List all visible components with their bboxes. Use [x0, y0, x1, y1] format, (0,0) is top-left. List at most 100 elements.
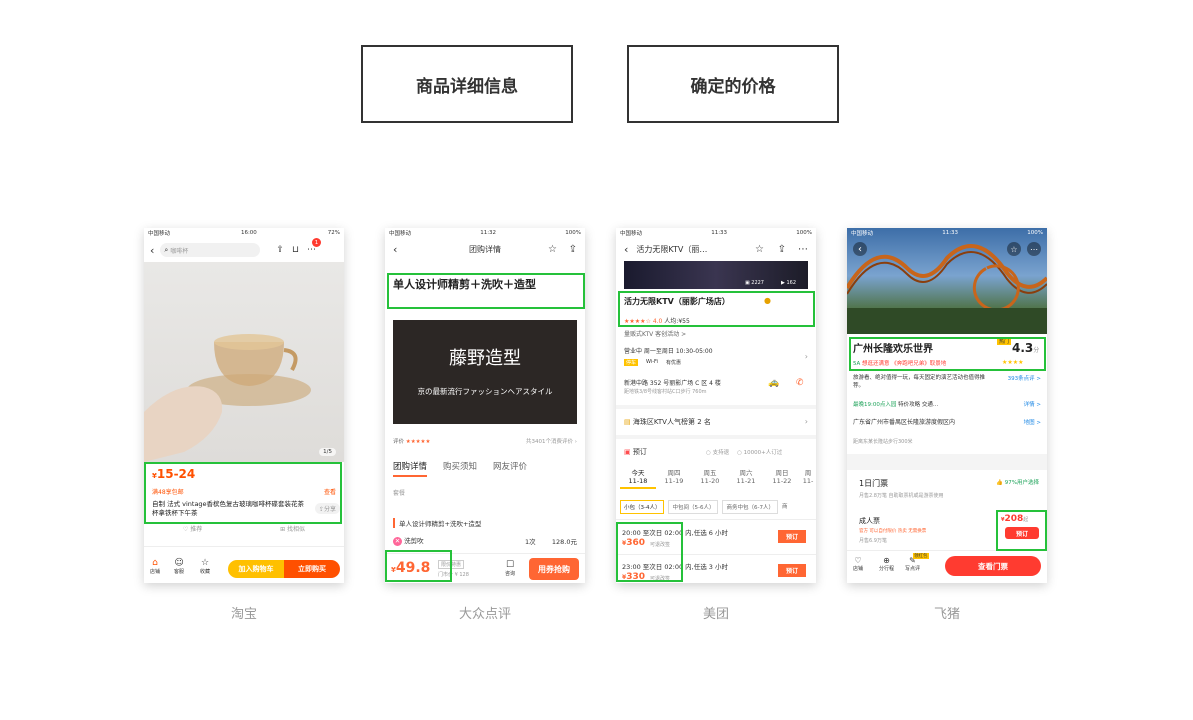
category: 量贩式KTV 客创活动 >: [624, 329, 686, 338]
facilities: 停车 Wi-Fi 有优惠: [624, 359, 681, 366]
favorite-button[interactable]: ☆ 收藏: [200, 558, 210, 575]
caption-meituan: 美团: [702, 607, 729, 622]
date-tab-thu[interactable]: 周四 11-19: [656, 467, 692, 489]
clock: 11:33: [942, 230, 959, 236]
booking-tag-count: ○ 10000+人订过: [737, 450, 783, 456]
buy-now-button[interactable]: 立即购买: [284, 560, 340, 578]
date-tab-sat[interactable]: 周六 11-21: [728, 467, 764, 489]
back-icon[interactable]: ‹: [150, 244, 154, 257]
package-title: 单人设计师精剪+洗吹+造型: [393, 518, 481, 528]
ranking-text: 海珠区KTV人气榜第 2 名: [632, 418, 711, 426]
comment-button[interactable]: ✎ 写点评 领红包: [905, 553, 929, 572]
star-icon[interactable]: ☆: [755, 244, 764, 255]
highlight-dianping-price: [385, 550, 452, 582]
date-tab-next[interactable]: 周 11-: [800, 467, 816, 489]
share-icon[interactable]: ⇪: [569, 244, 577, 255]
open-detail-link[interactable]: 详情 >: [1024, 400, 1041, 408]
photo-count-1: ▣ 2227: [744, 280, 764, 286]
star-icon[interactable]: ☆: [548, 244, 557, 255]
reviews-link[interactable]: 共3401个消费评价 ›: [526, 437, 577, 445]
distance: 距地铁3/8号线客村站C口步行 760m: [624, 389, 707, 395]
carrier: 中国移动: [851, 231, 874, 237]
back-icon[interactable]: ‹: [393, 243, 397, 256]
service-icon: ☺: [174, 558, 184, 568]
shop-name: 藤野造型: [449, 348, 521, 369]
photo-count-2-value: 162: [786, 280, 796, 286]
divider: [847, 454, 1047, 470]
booking-tag-count-label: 10000+人订过: [743, 450, 783, 456]
trip-button[interactable]: ⊕ 分行程: [879, 556, 894, 572]
legend-product-info: 商品详细信息: [361, 45, 573, 123]
shop-button[interactable]: ♡ 店铺: [853, 556, 863, 572]
share-icon[interactable]: ⇪: [276, 245, 284, 255]
ranking-icon: ▤: [624, 418, 631, 426]
room-type-medium[interactable]: 中包间（5-6人）: [668, 500, 719, 514]
date-tabs: 今天 11-18 周四 11-19 周五 11-20 周六 11-21 周日 11-22 …: [620, 467, 816, 489]
tab-bar: 团购详情 购买须知 网友评价: [393, 460, 527, 477]
date-tab-today[interactable]: 今天 11-18: [620, 467, 656, 489]
rating: 评价 ★★★★★: [393, 437, 430, 445]
item-name: 洗剪吹: [404, 537, 424, 545]
cart-icon[interactable]: ⊔: [292, 245, 299, 255]
share-icon[interactable]: ⇪: [778, 244, 786, 255]
phone-icon[interactable]: ✆: [796, 378, 804, 388]
shop-photos[interactable]: ▣ 2227 ▶ 162: [624, 261, 808, 289]
back-icon[interactable]: ‹: [624, 243, 628, 256]
map-link[interactable]: 地图 >: [1024, 418, 1041, 426]
header: ‹ 团购详情 ☆ ⇪: [385, 238, 585, 260]
adult-ticket: 成人票: [859, 517, 880, 525]
comment-label: 写点评: [905, 566, 921, 572]
chevron-right-icon[interactable]: ›: [805, 352, 808, 361]
shop-button[interactable]: ⌂ 店铺: [150, 558, 160, 575]
highlight-feizhu-name: [849, 337, 1046, 371]
slot-1-book-button[interactable]: 预订: [778, 530, 806, 543]
date-tab-sun-date: 11-22: [772, 477, 792, 485]
view-tickets-button[interactable]: 查看门票: [945, 556, 1041, 576]
divider: [144, 546, 344, 547]
buy-button[interactable]: 用券抢购: [529, 558, 579, 580]
ranking[interactable]: ▤ 海珠区KTV人气榜第 2 名: [624, 417, 711, 427]
open-info: 最晚19:00点入园 特价攻略 交通…: [853, 400, 938, 408]
date-tab-sun[interactable]: 周日 11-22: [764, 467, 800, 489]
consult-button[interactable]: ☐ 咨询: [505, 560, 515, 577]
teacup-image: [144, 334, 311, 462]
room-type-small[interactable]: 小包（3-4人）: [620, 500, 665, 514]
room-type-business[interactable]: 商务中包（6-7人）: [722, 500, 778, 514]
slot-2-book-button[interactable]: 预订: [778, 564, 806, 577]
date-tab-fri[interactable]: 周五 11-20: [692, 467, 728, 489]
facility-discount: 有优惠: [665, 360, 681, 366]
back-icon[interactable]: ‹: [853, 242, 867, 256]
recommend-tab[interactable]: ♡ 推荐: [183, 524, 202, 534]
find-similar-tab[interactable]: ⊞ 找相似: [280, 524, 305, 534]
product-image[interactable]: 1/5: [144, 262, 344, 462]
trip-label: 分行程: [879, 566, 895, 572]
tab-reviews[interactable]: 网友评价: [493, 460, 527, 477]
service-button[interactable]: ☺ 客服: [174, 558, 184, 575]
extra-link[interactable]: 客创活动 >: [655, 331, 686, 338]
more-icon[interactable]: ⋯: [798, 244, 808, 255]
shop-icon: ⌂: [152, 558, 158, 568]
park-image[interactable]: 中国移动 11:33 100% ‹ ☆ ⋯: [847, 228, 1047, 334]
taxi-icon[interactable]: 🚕: [768, 378, 779, 388]
tab-notice[interactable]: 购买须知: [443, 460, 477, 477]
more-icon[interactable]: ⋯: [1027, 242, 1041, 256]
address-sub: 距离东某长隆站步行300米: [853, 439, 913, 445]
recommend-tag: 👍 97%用户选择: [996, 478, 1039, 486]
park-address: 广东省广州市番禺区长隆旅游度假区内: [853, 419, 956, 426]
tab-deal-detail[interactable]: 团购详情: [393, 460, 428, 477]
find-similar-label: 找相似: [287, 526, 306, 533]
room-type-more[interactable]: 商: [782, 500, 788, 514]
shop-banner[interactable]: 藤野造型 京の最新流行ファッションヘアスタイル: [393, 320, 577, 424]
star-icon[interactable]: ☆: [1007, 242, 1021, 256]
more-icon[interactable]: ⋯ 1: [307, 238, 321, 255]
booking-icon: ▣: [624, 448, 631, 456]
divider: [616, 435, 816, 439]
battery: 100%: [796, 230, 812, 236]
chevron-right-icon[interactable]: ›: [805, 417, 808, 426]
reviews-link[interactable]: 393条点评 >: [1008, 374, 1041, 382]
search-input[interactable]: ⌕ 咖啡杯: [160, 243, 261, 257]
item-price: 128.0元: [551, 538, 577, 546]
ticket-sub: 月售2.8万笔 自助取票机或是游票使用: [859, 493, 944, 499]
add-cart-button[interactable]: 加入购物车: [228, 560, 284, 578]
ticket-title: 1日门票: [859, 479, 889, 488]
